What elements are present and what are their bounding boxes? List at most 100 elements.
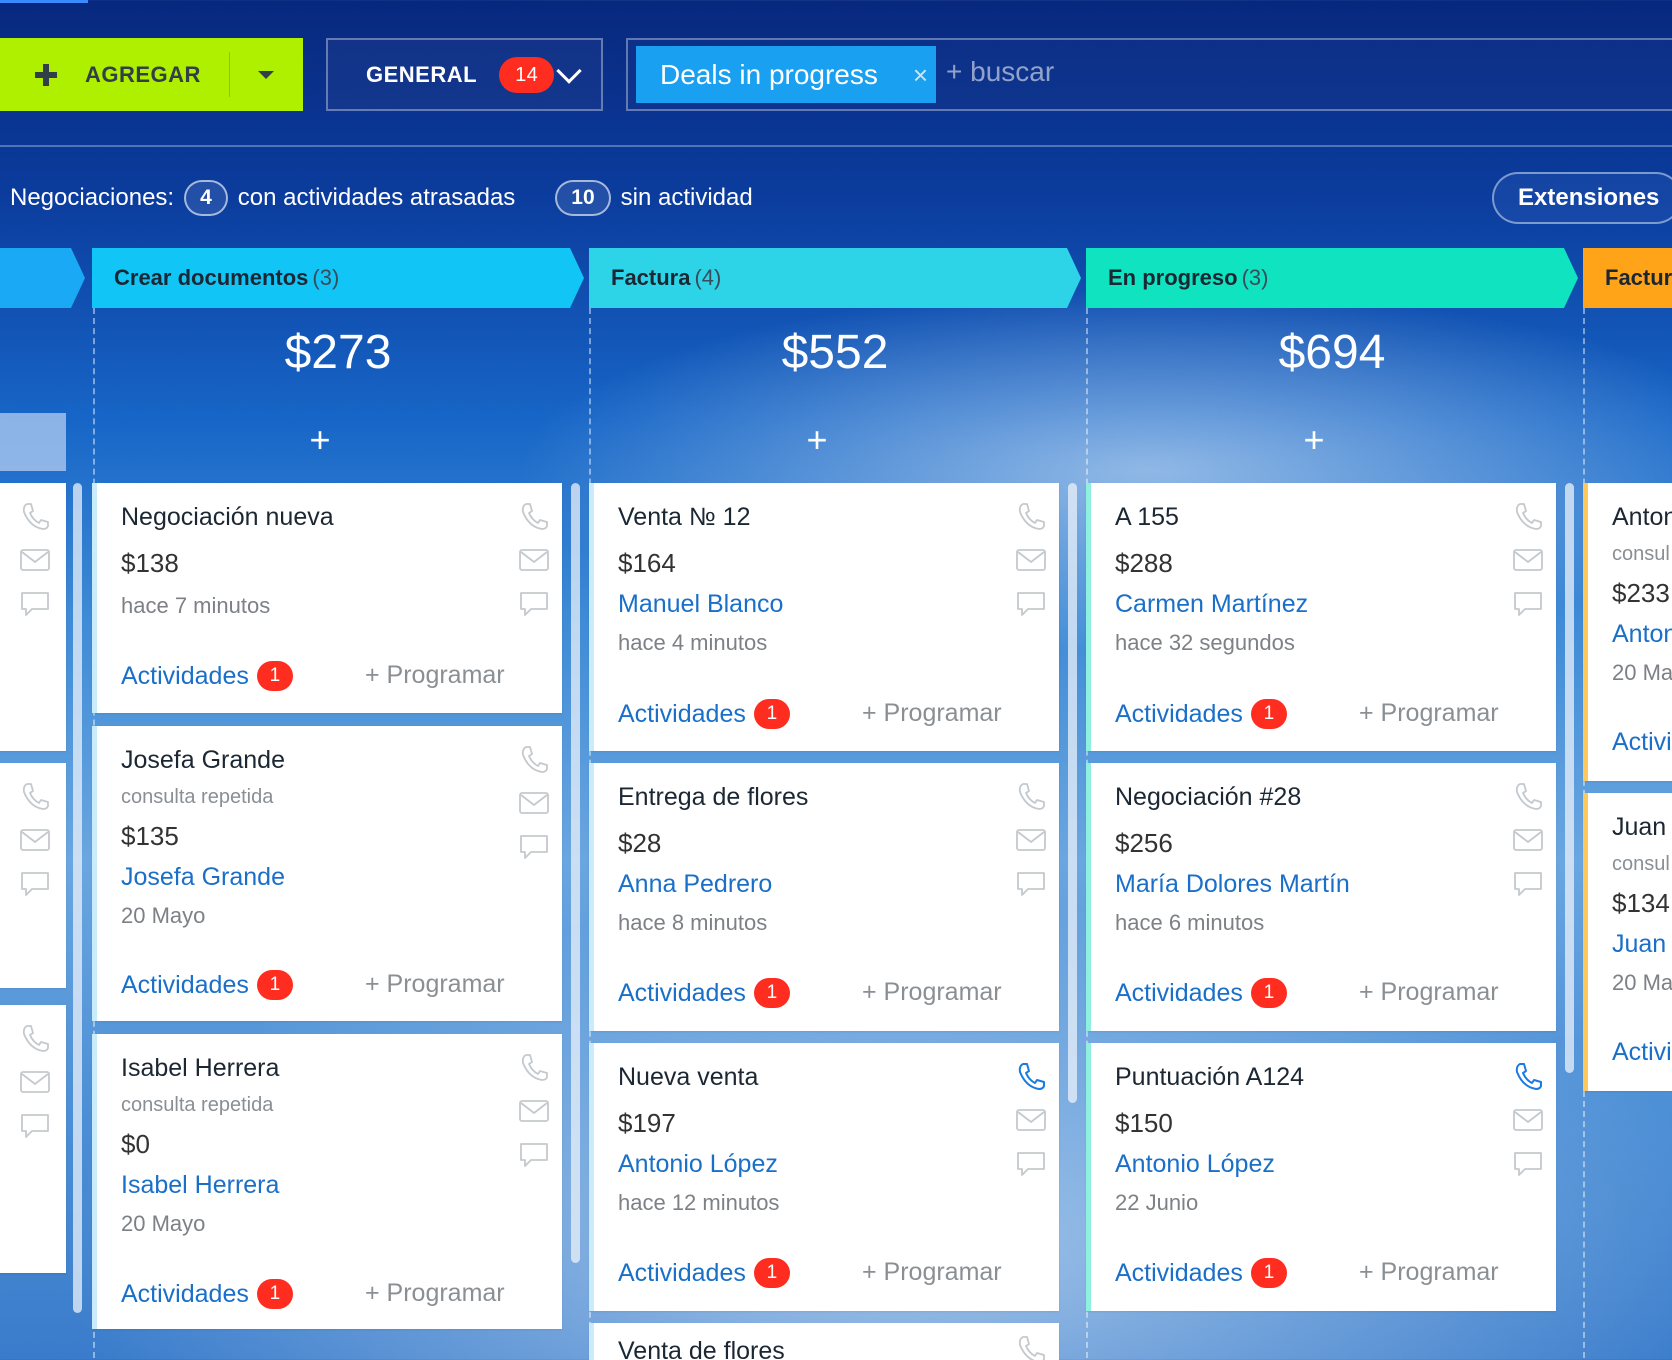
activities-link[interactable]: Activi (1612, 728, 1672, 757)
deal-card-partial[interactable]: r (0, 483, 66, 751)
column-add-button[interactable]: + (587, 420, 1047, 460)
schedule-link[interactable]: + Programar (1359, 1258, 1499, 1287)
comment-icon[interactable] (18, 588, 52, 620)
mail-icon[interactable] (1014, 1104, 1048, 1136)
activities-link[interactable]: Actividades 1 (618, 978, 790, 1008)
close-icon[interactable]: × (913, 60, 928, 91)
phone-icon[interactable] (1014, 1333, 1048, 1360)
add-button[interactable]: AGREGAR (0, 38, 303, 111)
comment-icon[interactable] (517, 1139, 551, 1171)
deal-card[interactable]: Venta de flores (589, 1323, 1059, 1360)
contact-link[interactable]: Antonio López (618, 1150, 778, 1179)
search-bar[interactable]: Deals in progress × + buscar (626, 38, 1672, 111)
deal-title[interactable]: Anton (1612, 503, 1672, 532)
deal-card-partial[interactable]: r (0, 1005, 66, 1273)
mail-icon[interactable] (1511, 1104, 1545, 1136)
deal-title[interactable]: Negociación nueva (121, 503, 334, 532)
mail-icon[interactable] (18, 824, 52, 856)
extensions-button[interactable]: Extensiones (1492, 172, 1672, 224)
mail-icon[interactable] (18, 1066, 52, 1098)
deal-title[interactable]: Josefa Grande (121, 746, 285, 775)
mail-icon[interactable] (517, 544, 551, 576)
filter-chip[interactable]: Deals in progress × (636, 46, 936, 103)
comment-icon[interactable] (18, 868, 52, 900)
column-header-crear-documentos[interactable]: Crear documentos (3) (92, 248, 584, 308)
mail-icon[interactable] (18, 544, 52, 576)
comment-icon[interactable] (1014, 1148, 1048, 1180)
phone-icon[interactable] (1511, 500, 1545, 532)
phone-icon[interactable] (1014, 500, 1048, 532)
deal-card[interactable]: Entrega de flores $28 Anna Pedrero hace … (589, 763, 1059, 1031)
schedule-link[interactable]: + Programar (1359, 699, 1499, 728)
column-add-button[interactable]: + (90, 420, 550, 460)
deal-title[interactable]: Juan (1612, 813, 1666, 842)
activities-link[interactable]: Actividades 1 (618, 699, 790, 729)
idle-count[interactable]: 10 (555, 180, 611, 216)
column-header-factura-partial[interactable]: Factur (1583, 248, 1672, 308)
comment-icon[interactable] (1511, 588, 1545, 620)
comment-icon[interactable] (1511, 868, 1545, 900)
phone-icon[interactable] (1511, 1060, 1545, 1092)
activities-link[interactable]: Actividades 1 (121, 1279, 293, 1309)
comment-icon[interactable] (1511, 1148, 1545, 1180)
activities-link[interactable]: Actividades 1 (121, 661, 293, 691)
deal-card[interactable]: Nueva venta $197 Antonio López hace 12 m… (589, 1043, 1059, 1311)
schedule-link[interactable]: + Programar (365, 1279, 505, 1308)
comment-icon[interactable] (1014, 588, 1048, 620)
deal-card[interactable]: Isabel Herrera consulta repetida $0 Isab… (92, 1034, 562, 1329)
mail-icon[interactable] (1511, 824, 1545, 856)
contact-link[interactable]: Isabel Herrera (121, 1171, 279, 1200)
contact-link[interactable]: Antonio López (1115, 1150, 1275, 1179)
activities-link[interactable]: Actividades 1 (618, 1258, 790, 1288)
deal-card[interactable]: A 155 $288 Carmen Martínez hace 32 segun… (1086, 483, 1556, 751)
schedule-link[interactable]: + Programar (1359, 978, 1499, 1007)
column-header-en-progreso[interactable]: En progreso (3) (1086, 248, 1578, 308)
phone-icon[interactable] (18, 780, 52, 812)
phone-icon[interactable] (18, 500, 52, 532)
activities-link[interactable]: Actividades 1 (1115, 978, 1287, 1008)
schedule-link[interactable]: + Programar (365, 661, 505, 690)
comment-icon[interactable] (18, 1110, 52, 1142)
comment-icon[interactable] (517, 831, 551, 863)
deal-card[interactable]: Juan consul $134 Juan I 20 Ma Activi (1583, 793, 1672, 1091)
schedule-link[interactable]: + Programar (862, 1258, 1002, 1287)
schedule-link[interactable]: + Programar (862, 699, 1002, 728)
phone-icon[interactable] (517, 500, 551, 532)
comment-icon[interactable] (517, 588, 551, 620)
overdue-count[interactable]: 4 (184, 180, 228, 216)
activities-link[interactable]: Actividades 1 (1115, 1258, 1287, 1288)
phone-icon[interactable] (1511, 780, 1545, 812)
deal-title[interactable]: Nueva venta (618, 1063, 758, 1092)
column-scrollbar[interactable] (73, 483, 82, 1313)
column-scrollbar[interactable] (1068, 483, 1077, 1103)
deal-title[interactable]: A 155 (1115, 503, 1179, 532)
deal-title[interactable]: Entrega de flores (618, 783, 808, 812)
mail-icon[interactable] (517, 1095, 551, 1127)
pipeline-selector[interactable]: GENERAL 14 (326, 38, 603, 111)
caret-down-icon[interactable] (258, 71, 274, 79)
phone-icon[interactable] (1014, 780, 1048, 812)
contact-link[interactable]: Juan I (1612, 930, 1672, 959)
phone-icon[interactable] (1014, 1060, 1048, 1092)
deal-card[interactable]: Anton consul $233 Anton 20 Ma Activi (1583, 483, 1672, 781)
schedule-link[interactable]: + Programar (365, 970, 505, 999)
mail-icon[interactable] (1511, 544, 1545, 576)
activities-link[interactable]: Actividades 1 (121, 970, 293, 1000)
deal-card[interactable]: Negociación #28 $256 María Dolores Martí… (1086, 763, 1556, 1031)
deal-title[interactable]: Isabel Herrera (121, 1054, 279, 1083)
deal-card[interactable]: Josefa Grande consulta repetida $135 Jos… (92, 726, 562, 1021)
contact-link[interactable]: Anna Pedrero (618, 870, 772, 899)
activities-link[interactable]: Activi (1612, 1038, 1672, 1067)
phone-icon[interactable] (517, 1051, 551, 1083)
deal-title[interactable]: Negociación #28 (1115, 783, 1301, 812)
column-header-previous[interactable] (0, 248, 85, 308)
overdue-text[interactable]: con actividades atrasadas (238, 184, 516, 212)
mail-icon[interactable] (1014, 824, 1048, 856)
deal-title[interactable]: Venta № 12 (618, 503, 750, 532)
deal-title[interactable]: Puntuación A124 (1115, 1063, 1304, 1092)
contact-link[interactable]: Josefa Grande (121, 863, 285, 892)
deal-title[interactable]: Venta de flores (618, 1337, 785, 1360)
mail-icon[interactable] (1014, 544, 1048, 576)
column-add-button[interactable]: + (1084, 420, 1544, 460)
column-scrollbar[interactable] (571, 483, 580, 1263)
